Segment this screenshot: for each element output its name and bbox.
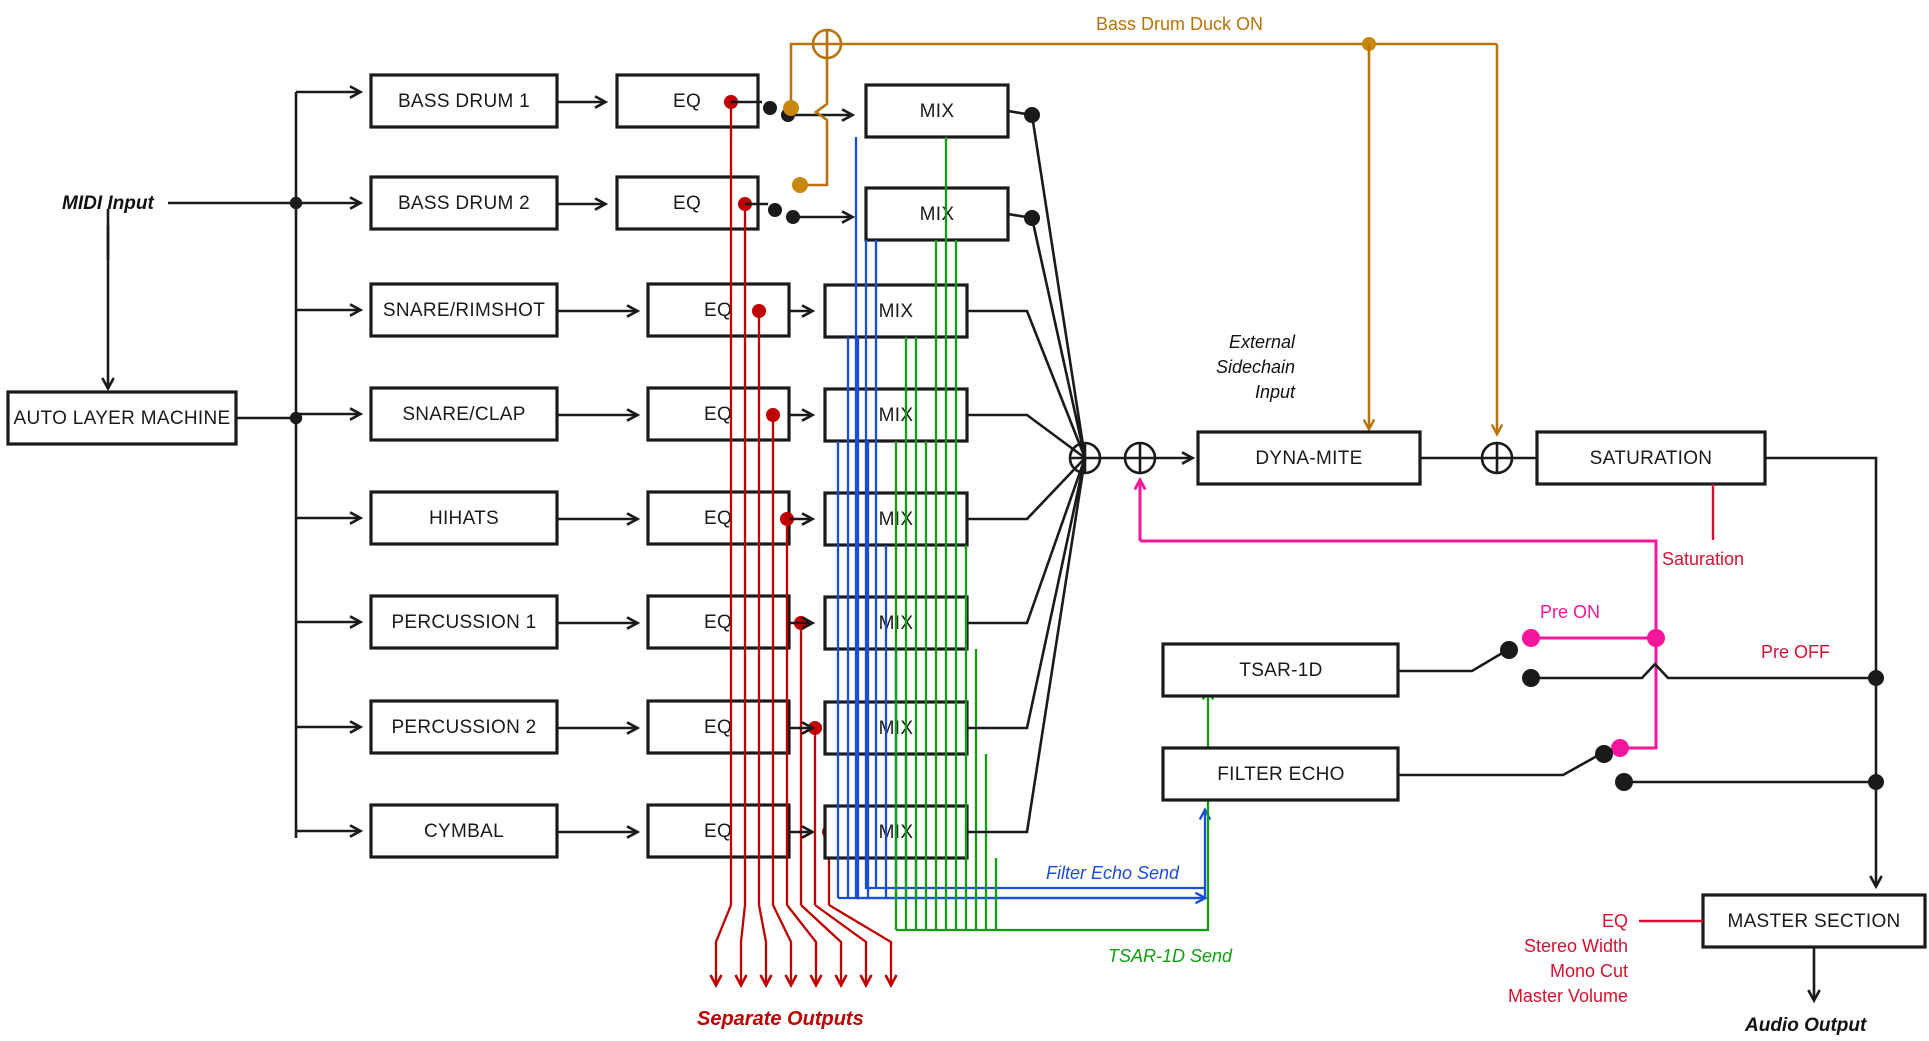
mix-label-2: MIX xyxy=(920,204,955,225)
channel-label-cymbal: CYMBAL xyxy=(424,821,504,842)
tsar-label: TSAR-1D xyxy=(1239,660,1322,681)
eq-label-hihats: EQ xyxy=(704,508,732,529)
channel-row-snare-rimshot: SNARE/RIMSHOT EQ xyxy=(296,282,791,338)
output-switch-group[interactable]: Pre OFF xyxy=(1398,641,1884,791)
separate-output-tap-dot xyxy=(752,304,766,318)
midi-input-group: MIDI Input xyxy=(62,193,303,388)
separate-outputs-group: Separate Outputs xyxy=(697,95,891,1030)
saturation-label: SATURATION xyxy=(1590,448,1713,469)
bassdrum2-switch-pole-a[interactable] xyxy=(768,203,782,217)
eq-label-cymbal: EQ xyxy=(704,821,732,842)
channel-row-bass-drum-1: BASS DRUM 1 EQ xyxy=(296,73,760,129)
bass-drum-duck-label: Bass Drum Duck ON xyxy=(1096,14,1263,34)
master-out-group: MASTER SECTION Audio Output EQ Stereo Wi… xyxy=(1508,456,1927,1036)
eq-label-snare-rimshot: EQ xyxy=(704,300,732,321)
separate-output-tap-dot xyxy=(766,408,780,422)
external-sidechain-line-2: Sidechain xyxy=(1216,357,1295,377)
audio-output-label: Audio Output xyxy=(1744,1015,1867,1036)
auto-layer-machine-label: AUTO LAYER MACHINE xyxy=(14,408,231,429)
channel-label-snare-clap: SNARE/CLAP xyxy=(402,404,525,425)
external-sidechain-line-3: Input xyxy=(1255,382,1296,402)
duck-switch-pole-bottom[interactable] xyxy=(792,177,808,193)
effects-group: TSAR-1D FILTER ECHO xyxy=(1161,642,1400,802)
mix-label-3: MIX xyxy=(879,301,914,322)
mix-label-4: MIX xyxy=(879,405,914,426)
pre-off-pole-dot[interactable] xyxy=(1611,739,1629,757)
channel-row-percussion-1: PERCUSSION 1 EQ xyxy=(296,594,791,650)
pre-off-label: Pre OFF xyxy=(1761,642,1830,662)
mix-label-1: MIX xyxy=(920,101,955,122)
master-control-mono-cut: Mono Cut xyxy=(1550,961,1628,981)
bassdrum1-switch-pole-a[interactable] xyxy=(763,101,777,115)
auto-layer-machine-group[interactable]: AUTO LAYER MACHINE xyxy=(6,390,303,446)
channel-label-bass-drum-2: BASS DRUM 2 xyxy=(398,193,530,214)
channel-label-percussion-1: PERCUSSION 1 xyxy=(391,612,536,633)
channel-row-percussion-2: PERCUSSION 2 EQ xyxy=(296,699,791,755)
dynamite-label: DYNA-MITE xyxy=(1255,448,1362,469)
channel-row-snare-clap: SNARE/CLAP EQ xyxy=(296,386,791,442)
channel-label-snare-rimshot: SNARE/RIMSHOT xyxy=(383,300,545,321)
master-control-eq: EQ xyxy=(1602,911,1628,931)
channel-label-percussion-2: PERCUSSION 2 xyxy=(391,717,536,738)
channel-row-cymbal: CYMBAL EQ xyxy=(296,803,791,859)
master-chain-group: DYNA-MITE SATURATION Saturation xyxy=(1196,430,1767,569)
saturation-control-label: Saturation xyxy=(1662,549,1744,569)
channel-row-bass-drum-2: BASS DRUM 2 EQ xyxy=(296,175,760,231)
external-sidechain-label-group: External Sidechain Input xyxy=(1216,332,1296,402)
master-section-label: MASTER SECTION xyxy=(1727,911,1900,932)
separate-outputs-label: Separate Outputs xyxy=(697,1008,864,1030)
filter-echo-send-label: Filter Echo Send xyxy=(1046,863,1180,883)
duck-switch-pole-top[interactable] xyxy=(783,100,799,116)
bassdrum2-switch-pole-b[interactable] xyxy=(786,210,800,224)
signal-flow-diagram: MIDI Input AUTO LAYER MACHINE BASS DRUM … xyxy=(0,0,1929,1041)
filter-echo-label: FILTER ECHO xyxy=(1217,764,1345,785)
external-sidechain-line-1: External xyxy=(1229,332,1296,352)
eq-label-percussion-1: EQ xyxy=(704,612,732,633)
channel-label-hihats: HIHATS xyxy=(429,508,499,529)
master-control-stereo-width: Stereo Width xyxy=(1524,936,1628,956)
eq-label-percussion-2: EQ xyxy=(704,717,732,738)
pre-on-label: Pre ON xyxy=(1540,602,1600,622)
tsar-switch-throw-dot[interactable] xyxy=(1500,641,1518,659)
eq-label-bass-drum-2: EQ xyxy=(673,193,701,214)
main-sum-nodes xyxy=(1068,441,1192,475)
master-control-master-volume: Master Volume xyxy=(1508,986,1628,1006)
eq-label-snare-clap: EQ xyxy=(704,404,732,425)
tsar-send-label: TSAR-1D Send xyxy=(1108,946,1233,966)
channel-row-hihats: HIHATS EQ xyxy=(296,490,791,546)
eq-label-bass-drum-1: EQ xyxy=(673,91,701,112)
pre-send-group[interactable]: Pre ON xyxy=(1140,480,1665,757)
channel-label-bass-drum-1: BASS DRUM 1 xyxy=(398,91,530,112)
echo-switch-throw-dot[interactable] xyxy=(1595,745,1613,763)
